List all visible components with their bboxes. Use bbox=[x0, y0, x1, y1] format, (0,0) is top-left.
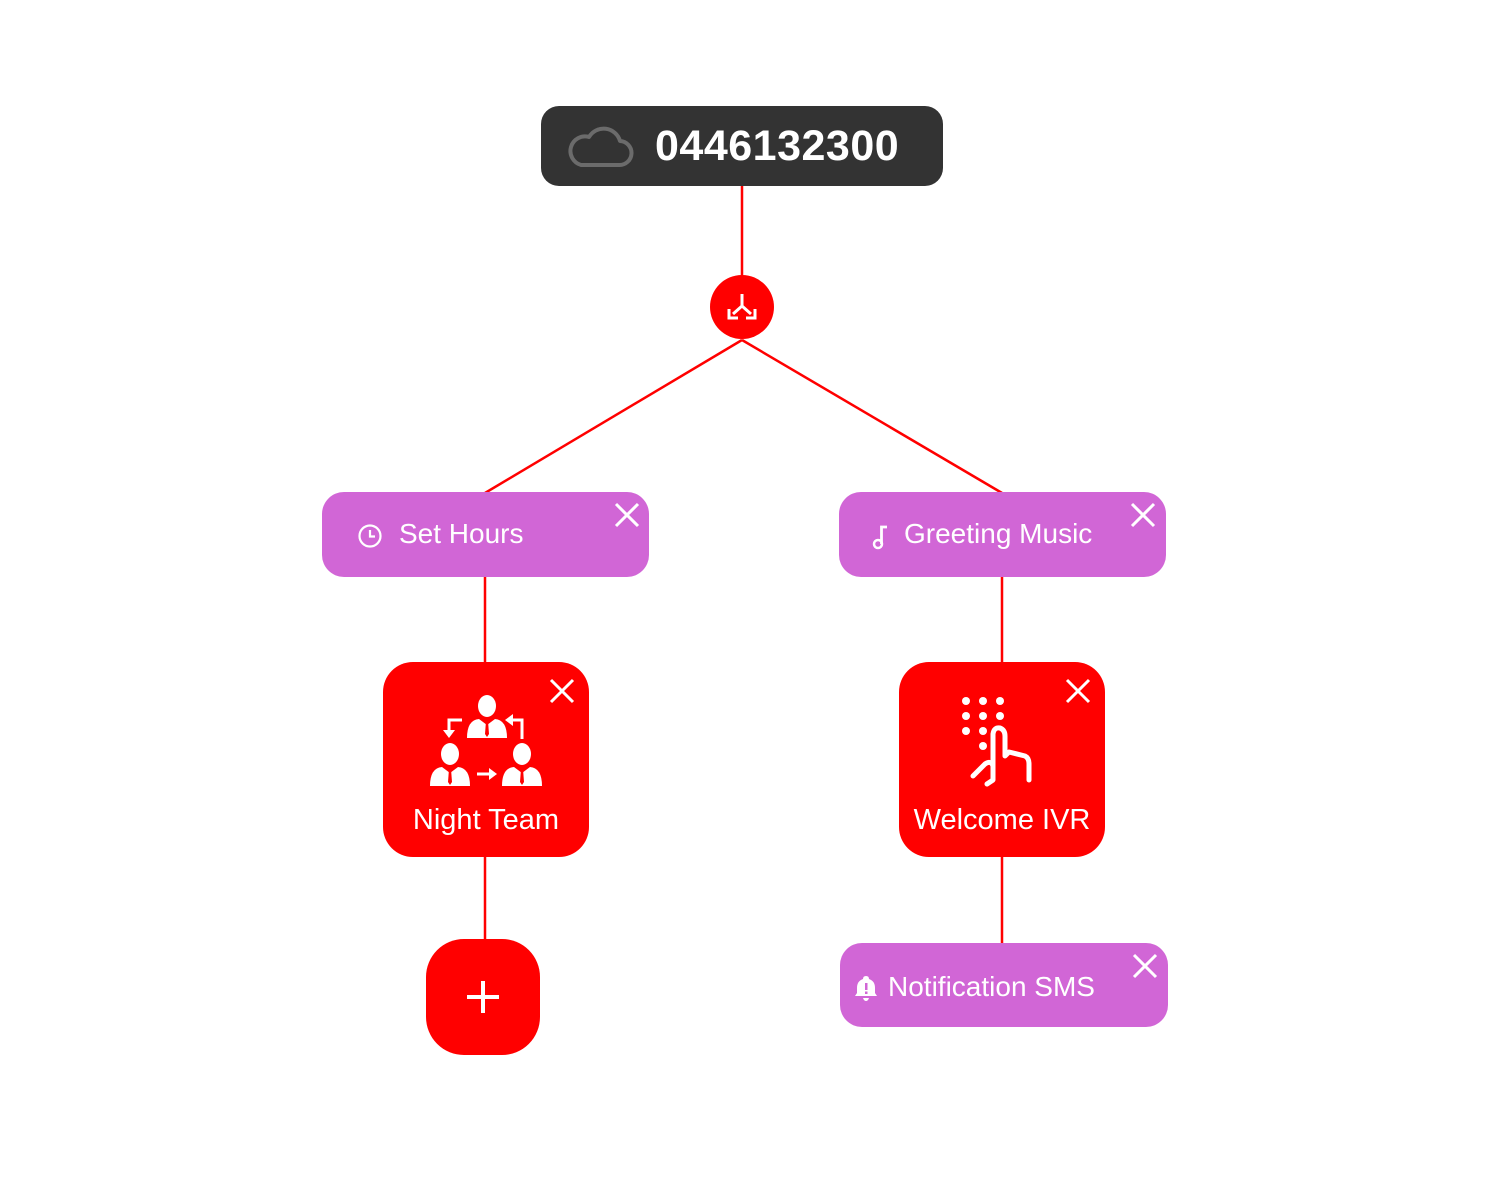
phone-number: 0446132300 bbox=[655, 122, 900, 170]
bell-alert-icon bbox=[855, 976, 877, 1001]
split-arrows-icon bbox=[727, 294, 757, 320]
night-team-action[interactable]: Night Team bbox=[383, 662, 589, 857]
set-hours-step[interactable]: Set Hours bbox=[322, 492, 649, 577]
plus-icon bbox=[467, 981, 499, 1013]
keypad-touch-icon bbox=[962, 697, 1032, 787]
connector-split-to-greeting-music bbox=[741, 338, 1003, 495]
welcome-ivr-label: Welcome IVR bbox=[913, 804, 1091, 836]
set-hours-label: Set Hours bbox=[399, 518, 524, 549]
night-team-label: Night Team bbox=[412, 804, 560, 836]
close-icon[interactable] bbox=[1131, 952, 1159, 980]
close-icon[interactable] bbox=[548, 677, 576, 705]
close-icon[interactable] bbox=[613, 501, 641, 529]
cloud-icon bbox=[568, 126, 634, 167]
notification-sms-label: Notification SMS bbox=[888, 971, 1095, 1002]
greeting-music-step[interactable]: Greeting Music bbox=[839, 492, 1166, 577]
add-node-button[interactable] bbox=[426, 939, 540, 1055]
music-note-icon bbox=[872, 525, 887, 550]
close-icon[interactable] bbox=[1129, 501, 1157, 529]
clock-icon bbox=[358, 524, 382, 548]
split-node[interactable] bbox=[710, 275, 774, 339]
phone-number-node[interactable]: 0446132300 bbox=[541, 106, 943, 186]
connector-split-to-set-hours bbox=[484, 338, 743, 495]
welcome-ivr-action[interactable]: Welcome IVR bbox=[899, 662, 1105, 857]
greeting-music-label: Greeting Music bbox=[904, 518, 1093, 549]
notification-sms-step[interactable]: Notification SMS bbox=[840, 943, 1168, 1027]
team-rotation-icon bbox=[430, 695, 542, 786]
close-icon[interactable] bbox=[1064, 677, 1092, 705]
